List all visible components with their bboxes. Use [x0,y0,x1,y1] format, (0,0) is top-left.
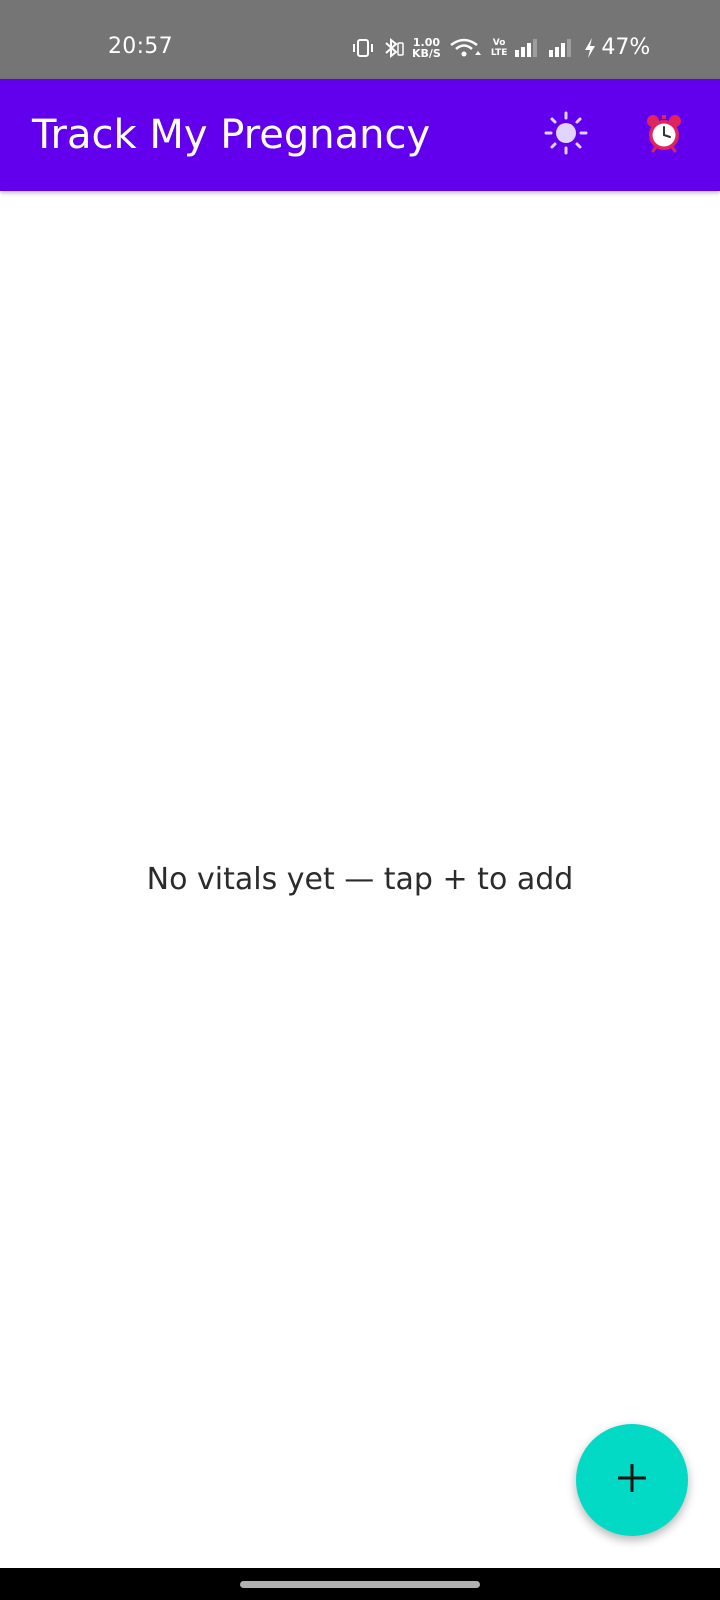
screen: 20:57 1.00 KB/S Vo LTE 47% Track My Preg… [0,0,720,1600]
alarm-button[interactable] [634,105,694,165]
bluetooth-icon [382,37,404,59]
page-title: Track My Pregnancy [32,112,431,158]
battery-percent: 47% [601,35,651,60]
status-icons: 1.00 KB/S Vo LTE 47% [352,34,650,62]
signal-icon [549,38,575,58]
navigation-bar [0,1568,720,1600]
add-vital-button[interactable] [576,1424,688,1536]
volte-indicator: Vo LTE [491,38,508,58]
network-speed-unit: KB/S [412,47,441,60]
alarm-clock-icon [644,113,684,157]
volte-top: Vo [492,38,506,48]
status-time: 20:57 [108,34,173,59]
signal-icon [515,38,541,58]
charging-icon [583,37,597,59]
theme-toggle-button[interactable] [536,105,596,165]
vibrate-icon [352,38,374,58]
network-speed: 1.00 KB/S [412,37,441,59]
volte-bottom: LTE [490,48,508,58]
empty-state-message: No vitals yet — tap + to add [146,862,574,897]
app-bar: Track My Pregnancy [0,79,720,191]
status-bar: 20:57 1.00 KB/S Vo LTE 47% [0,0,720,79]
wifi-icon [449,37,483,59]
home-gesture-handle[interactable] [240,1581,480,1588]
plus-icon [615,1461,649,1499]
sun-icon [544,111,588,159]
